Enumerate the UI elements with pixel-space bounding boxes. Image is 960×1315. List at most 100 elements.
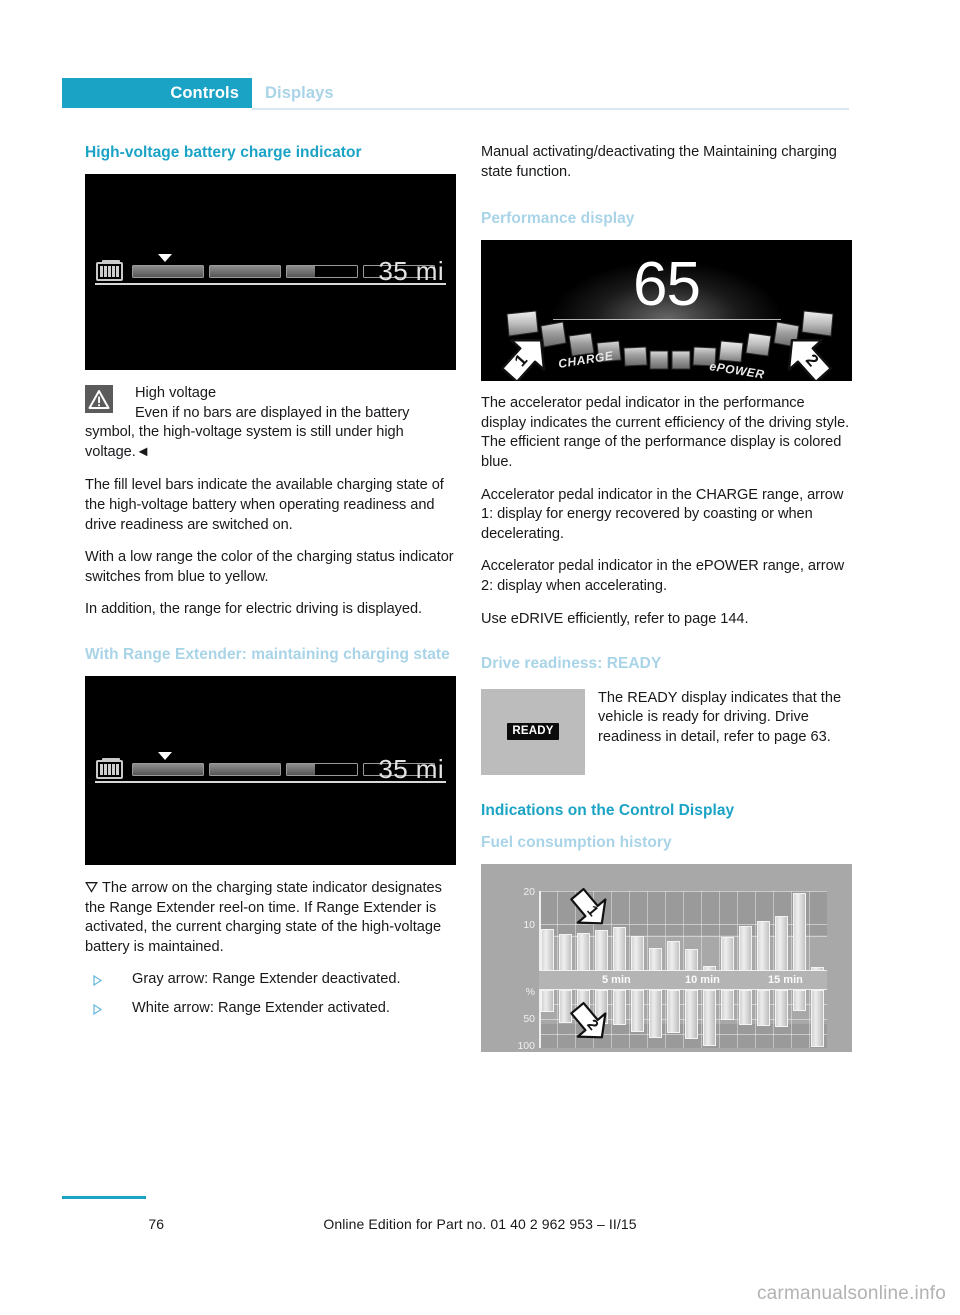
chart-bar-upper bbox=[595, 929, 608, 971]
list-item-label: White arrow: Range Extender activated. bbox=[132, 999, 390, 1016]
chart-bar-lower bbox=[631, 989, 644, 1032]
paragraph-charge-range: Accelerator pedal indicator in the CHARG… bbox=[481, 486, 844, 542]
chart-bar-upper bbox=[649, 947, 662, 971]
epower-label: ePOWER bbox=[709, 359, 766, 381]
paragraph-accelerator-indicator: The accelerator pedal indicator in the p… bbox=[481, 395, 850, 470]
chart-upper-plot bbox=[539, 890, 827, 971]
range-value-2: 35 mi bbox=[378, 754, 444, 785]
chart-bar-lower bbox=[721, 989, 734, 1020]
chart-lower-plot bbox=[539, 989, 827, 1048]
chart-bar-lower bbox=[775, 989, 788, 1027]
page-title: High-voltage battery charge indicator bbox=[85, 144, 362, 161]
list-item-label: Gray arrow: Range Extender deactivated. bbox=[132, 971, 401, 988]
subheading-performance-display: Performance display bbox=[481, 210, 635, 228]
heading-control-display: Indications on the Control Display bbox=[481, 801, 735, 819]
figure-battery-charge-indicator-2: 35 mi bbox=[85, 675, 456, 865]
chart-bar-lower bbox=[541, 989, 554, 1012]
range-extender-arrow-marker bbox=[158, 254, 172, 262]
chart-ytick-20: 20 bbox=[523, 885, 535, 898]
paragraph-range-displayed: In addition, the range for electric driv… bbox=[85, 601, 423, 618]
figure-fuel-consumption-history: 20 10 % 50 100 5 min 10 min 15 min 1 2 bbox=[481, 863, 852, 1052]
ready-badge: READY bbox=[507, 723, 559, 741]
paragraph-manual-activating: Manual activating/deactivating the Maint… bbox=[481, 144, 837, 180]
tab-displays[interactable]: Displays bbox=[265, 78, 334, 108]
watermark: carmanualsonline.info bbox=[756, 1283, 946, 1304]
note-triangle-icon bbox=[85, 879, 102, 899]
charge-label: CHARGE bbox=[557, 349, 614, 372]
chart-bar-upper bbox=[541, 928, 554, 971]
performance-gauge-graphic: CHARGE ePOWER 1 2 bbox=[500, 310, 834, 382]
ready-figure-box: READY bbox=[481, 688, 585, 775]
chart-bar-upper bbox=[811, 966, 824, 971]
warning-title: High voltage bbox=[135, 385, 217, 401]
chart-bar-lower bbox=[613, 989, 626, 1025]
chart-bar-upper bbox=[631, 935, 644, 971]
subheading-fuel-consumption-history: Fuel consumption history bbox=[481, 833, 672, 851]
charge-segment-1 bbox=[132, 763, 204, 777]
right-column: Manual activating/deactivating the Maint… bbox=[481, 143, 852, 1052]
list-item: White arrow: Range Extender activated. bbox=[85, 999, 456, 1019]
left-column: High-voltage battery charge indicator 35… bbox=[85, 143, 456, 1028]
battery-icon bbox=[96, 260, 123, 281]
chart-bar-upper bbox=[667, 940, 680, 971]
header-divider bbox=[252, 108, 849, 110]
chart-xtick-15min: 15 min bbox=[768, 973, 803, 986]
charge-segment-1 bbox=[132, 265, 204, 278]
tab-controls[interactable]: Controls bbox=[62, 78, 252, 108]
charge-segment-2 bbox=[209, 763, 281, 777]
paragraph-fill-level: The fill level bars indicate the availab… bbox=[85, 477, 444, 533]
warning-body: Even if no bars are displayed in the bat… bbox=[85, 404, 410, 460]
chart-canvas: 20 10 % 50 100 5 min 10 min 15 min 1 2 bbox=[481, 864, 852, 1052]
chart-bar-lower bbox=[757, 989, 770, 1026]
cluster-row: 35 mi bbox=[85, 254, 456, 290]
paragraph-low-range: With a low range the color of the chargi… bbox=[85, 549, 454, 585]
figure-battery-charge-indicator-1: 35 mi bbox=[85, 174, 456, 370]
note-block: The arrow on the charging state indicato… bbox=[85, 879, 456, 957]
chart-bar-lower bbox=[685, 989, 698, 1039]
manual-page: Controls Displays High-voltage battery c… bbox=[0, 0, 960, 1315]
page-header: Controls Displays bbox=[62, 78, 849, 112]
bullet-list: Gray arrow: Range Extender deactivated. … bbox=[85, 970, 456, 1018]
charge-segment-2 bbox=[209, 265, 281, 278]
chart-bar-lower bbox=[559, 989, 572, 1023]
chart-bar-lower bbox=[577, 989, 590, 1023]
chart-bar-upper bbox=[703, 965, 716, 971]
warning-block: High voltage Even if no bars are display… bbox=[85, 384, 456, 462]
chart-bar-upper bbox=[685, 948, 698, 971]
chart-ytick-10: 10 bbox=[523, 918, 535, 931]
charge-segment-3 bbox=[286, 265, 358, 278]
range-value-1: 35 mi bbox=[378, 256, 444, 286]
chart-bar-lower bbox=[649, 989, 662, 1038]
chart-bar-upper bbox=[757, 920, 770, 971]
figure-drive-readiness: READY The READY display indicates that t… bbox=[481, 688, 852, 775]
chart-bar-lower bbox=[739, 989, 752, 1025]
paragraph-edrive-reference: Use eDRIVE efficiently, refer to page 14… bbox=[481, 610, 749, 627]
subheading-drive-readiness: Drive readiness: READY bbox=[481, 655, 662, 673]
chart-bar-lower bbox=[793, 989, 806, 1011]
triangle-bullet-icon bbox=[93, 1003, 102, 1015]
chart-bar-upper bbox=[559, 933, 572, 971]
chart-bar-upper bbox=[721, 936, 734, 971]
chart-xtick-10min: 10 min bbox=[685, 973, 720, 986]
footer-edition-text: Online Edition for Part no. 01 40 2 962 … bbox=[323, 1216, 637, 1232]
chart-bar-upper bbox=[577, 932, 590, 971]
triangle-bullet-icon bbox=[93, 975, 102, 987]
battery-icon bbox=[96, 758, 123, 780]
list-item: Gray arrow: Range Extender deactivated. bbox=[85, 970, 456, 990]
warning-triangle-icon bbox=[85, 385, 113, 413]
note-text: The arrow on the charging state indicato… bbox=[85, 879, 442, 955]
chart-bar-upper bbox=[739, 925, 752, 971]
chart-ylabel-percent: % bbox=[525, 985, 535, 998]
chart-bar-lower bbox=[595, 989, 608, 1024]
ready-description: The READY display indicates that the veh… bbox=[598, 689, 842, 745]
chart-bar-upper bbox=[775, 915, 788, 971]
subheading-range-extender: With Range Extender: maintaining chargin… bbox=[85, 645, 450, 663]
range-extender-arrow-marker bbox=[158, 752, 172, 761]
chart-bar-upper bbox=[613, 926, 626, 971]
paragraph-epower-range: Accelerator pedal indicator in the ePOWE… bbox=[481, 558, 845, 594]
chart-ytick-50: 50 bbox=[523, 1012, 535, 1025]
chart-xtick-5min: 5 min bbox=[602, 973, 631, 986]
figure-performance-display: 65 CHARGE ePOWER 1 2 bbox=[481, 240, 852, 382]
cluster-row-2: 35 mi bbox=[85, 752, 456, 788]
chart-bar-lower bbox=[703, 989, 716, 1046]
